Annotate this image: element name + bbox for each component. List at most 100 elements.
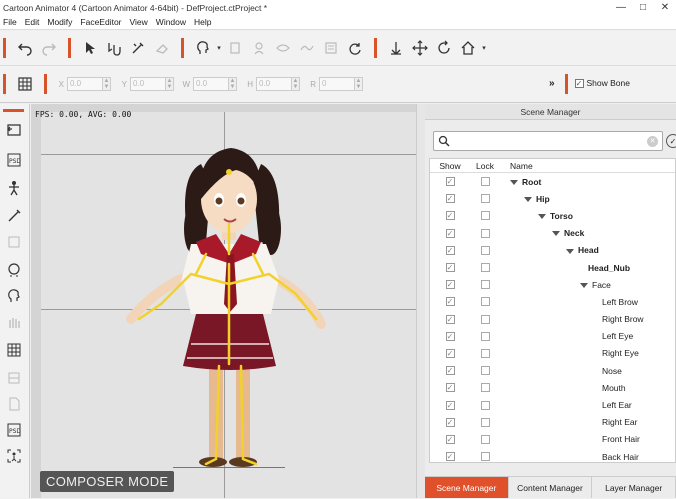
node-name[interactable]: Left Brow: [602, 297, 638, 307]
lock-checkbox[interactable]: [480, 434, 490, 444]
clear-search-button[interactable]: ✕: [647, 136, 658, 147]
lock-checkbox[interactable]: [480, 383, 490, 393]
table-row[interactable]: ✓ Hip: [430, 190, 675, 207]
lock-checkbox[interactable]: [480, 331, 490, 341]
table-row[interactable]: ✓ Front Hair: [430, 431, 675, 448]
show-bone-toggle[interactable]: ✓ Show Bone: [574, 78, 630, 88]
lock-checkbox[interactable]: [480, 263, 490, 273]
panel-splitter[interactable]: [416, 104, 425, 498]
y-spinner[interactable]: ▲ ▼: [166, 77, 174, 91]
reset-button[interactable]: [343, 36, 367, 60]
show-checkbox[interactable]: ✓: [445, 434, 455, 444]
face-free-button[interactable]: [4, 286, 24, 306]
x-input[interactable]: 0.0: [67, 77, 103, 91]
face-key-button[interactable]: [191, 36, 215, 60]
lock-checkbox[interactable]: [480, 228, 490, 238]
show-bone-checkbox[interactable]: ✓: [574, 78, 584, 88]
table-row[interactable]: ✓ Neck: [430, 225, 675, 242]
menu-edit[interactable]: Edit: [22, 17, 45, 27]
sprite-tool-button[interactable]: [4, 232, 24, 252]
bone-edit-button[interactable]: [126, 36, 150, 60]
show-checkbox[interactable]: ✓: [445, 383, 455, 393]
expand-triangle-icon[interactable]: [566, 248, 574, 254]
table-row[interactable]: ✓ Head_Nub: [430, 259, 675, 276]
expand-triangle-icon[interactable]: [510, 179, 518, 185]
sprite-list-button[interactable]: [4, 340, 24, 360]
tab-layer-manager[interactable]: Layer Manager: [592, 477, 676, 498]
move-button[interactable]: [408, 36, 432, 60]
table-row[interactable]: ✓ Root: [430, 173, 675, 190]
node-name[interactable]: Right Ear: [602, 417, 637, 427]
node-name[interactable]: Hip: [524, 194, 550, 204]
collapse-panel-button[interactable]: [4, 120, 24, 140]
menu-modify[interactable]: Modify: [44, 17, 77, 27]
lock-checkbox[interactable]: [480, 297, 490, 307]
motion-button[interactable]: [295, 36, 319, 60]
table-row[interactable]: ✓ Right Ear: [430, 414, 675, 431]
psd-import-button[interactable]: PSD: [4, 150, 24, 170]
character-figure[interactable]: [31, 104, 416, 498]
lock-checkbox[interactable]: [480, 400, 490, 410]
table-row[interactable]: ✓ Torso: [430, 207, 675, 224]
node-name[interactable]: Right Brow: [602, 314, 644, 324]
toolbar-overflow-button[interactable]: »: [549, 78, 555, 89]
node-name[interactable]: Neck: [552, 228, 584, 238]
stage-viewport[interactable]: FPS: 0.00, AVG: 0.00 COMPOSER MODE: [31, 104, 416, 498]
sprite-sheet-button[interactable]: [4, 368, 24, 388]
home-button[interactable]: [456, 36, 480, 60]
node-name[interactable]: Mouth: [602, 383, 626, 393]
show-checkbox[interactable]: ✓: [445, 280, 455, 290]
node-name[interactable]: Root: [510, 177, 541, 187]
export-button[interactable]: [4, 394, 24, 414]
table-row[interactable]: ✓ Left Brow: [430, 293, 675, 310]
undo-button[interactable]: [13, 36, 37, 60]
column-lock[interactable]: Lock: [470, 161, 500, 171]
lock-checkbox[interactable]: [480, 366, 490, 376]
home-dropdown[interactable]: ▾: [480, 36, 488, 60]
minimize-button[interactable]: —: [610, 0, 632, 15]
erase-button[interactable]: [150, 36, 174, 60]
lock-checkbox[interactable]: [480, 177, 490, 187]
tab-content-manager[interactable]: Content Manager: [509, 477, 593, 498]
table-row[interactable]: ✓ Right Brow: [430, 311, 675, 328]
show-checkbox[interactable]: ✓: [445, 366, 455, 376]
rotate-button[interactable]: [432, 36, 456, 60]
lock-checkbox[interactable]: [480, 280, 490, 290]
grid-toggle-button[interactable]: [13, 72, 37, 96]
lock-checkbox[interactable]: [480, 452, 490, 462]
show-checkbox[interactable]: ✓: [445, 452, 455, 462]
node-name[interactable]: Torso: [538, 211, 573, 221]
table-row[interactable]: ✓ Mouth: [430, 379, 675, 396]
hand-tool-button[interactable]: [4, 312, 24, 332]
node-name[interactable]: Back Hair: [602, 452, 639, 462]
confirm-search-button[interactable]: ✓: [666, 134, 676, 148]
show-checkbox[interactable]: ✓: [445, 211, 455, 221]
w-spinner[interactable]: ▲ ▼: [229, 77, 237, 91]
menu-view[interactable]: View: [127, 17, 153, 27]
r-spinner[interactable]: ▲ ▼: [355, 77, 363, 91]
show-checkbox[interactable]: ✓: [445, 228, 455, 238]
table-row[interactable]: ✓ Right Eye: [430, 345, 675, 362]
show-checkbox[interactable]: ✓: [445, 331, 455, 341]
node-name[interactable]: Right Eye: [602, 348, 639, 358]
menu-file[interactable]: File: [0, 17, 22, 27]
node-name[interactable]: Left Ear: [602, 400, 632, 410]
show-checkbox[interactable]: ✓: [445, 400, 455, 410]
lock-checkbox[interactable]: [480, 314, 490, 324]
table-row[interactable]: ✓ Head: [430, 242, 675, 259]
expand-triangle-icon[interactable]: [538, 214, 546, 220]
node-name[interactable]: Face: [580, 280, 611, 290]
face-key-dropdown[interactable]: ▾: [215, 36, 223, 60]
node-name[interactable]: Left Eye: [602, 331, 633, 341]
x-spinner[interactable]: ▲ ▼: [103, 77, 111, 91]
node-name[interactable]: Front Hair: [602, 434, 640, 444]
transform-button[interactable]: [102, 36, 126, 60]
table-row[interactable]: ✓ Back Hair: [430, 448, 675, 462]
menu-faceeditor[interactable]: FaceEditor: [77, 17, 126, 27]
show-checkbox[interactable]: ✓: [445, 263, 455, 273]
show-checkbox[interactable]: ✓: [445, 245, 455, 255]
show-checkbox[interactable]: ✓: [445, 194, 455, 204]
sprite-button[interactable]: [223, 36, 247, 60]
tab-scene-manager[interactable]: Scene Manager: [425, 477, 509, 498]
psd-export-button[interactable]: PSD: [4, 420, 24, 440]
